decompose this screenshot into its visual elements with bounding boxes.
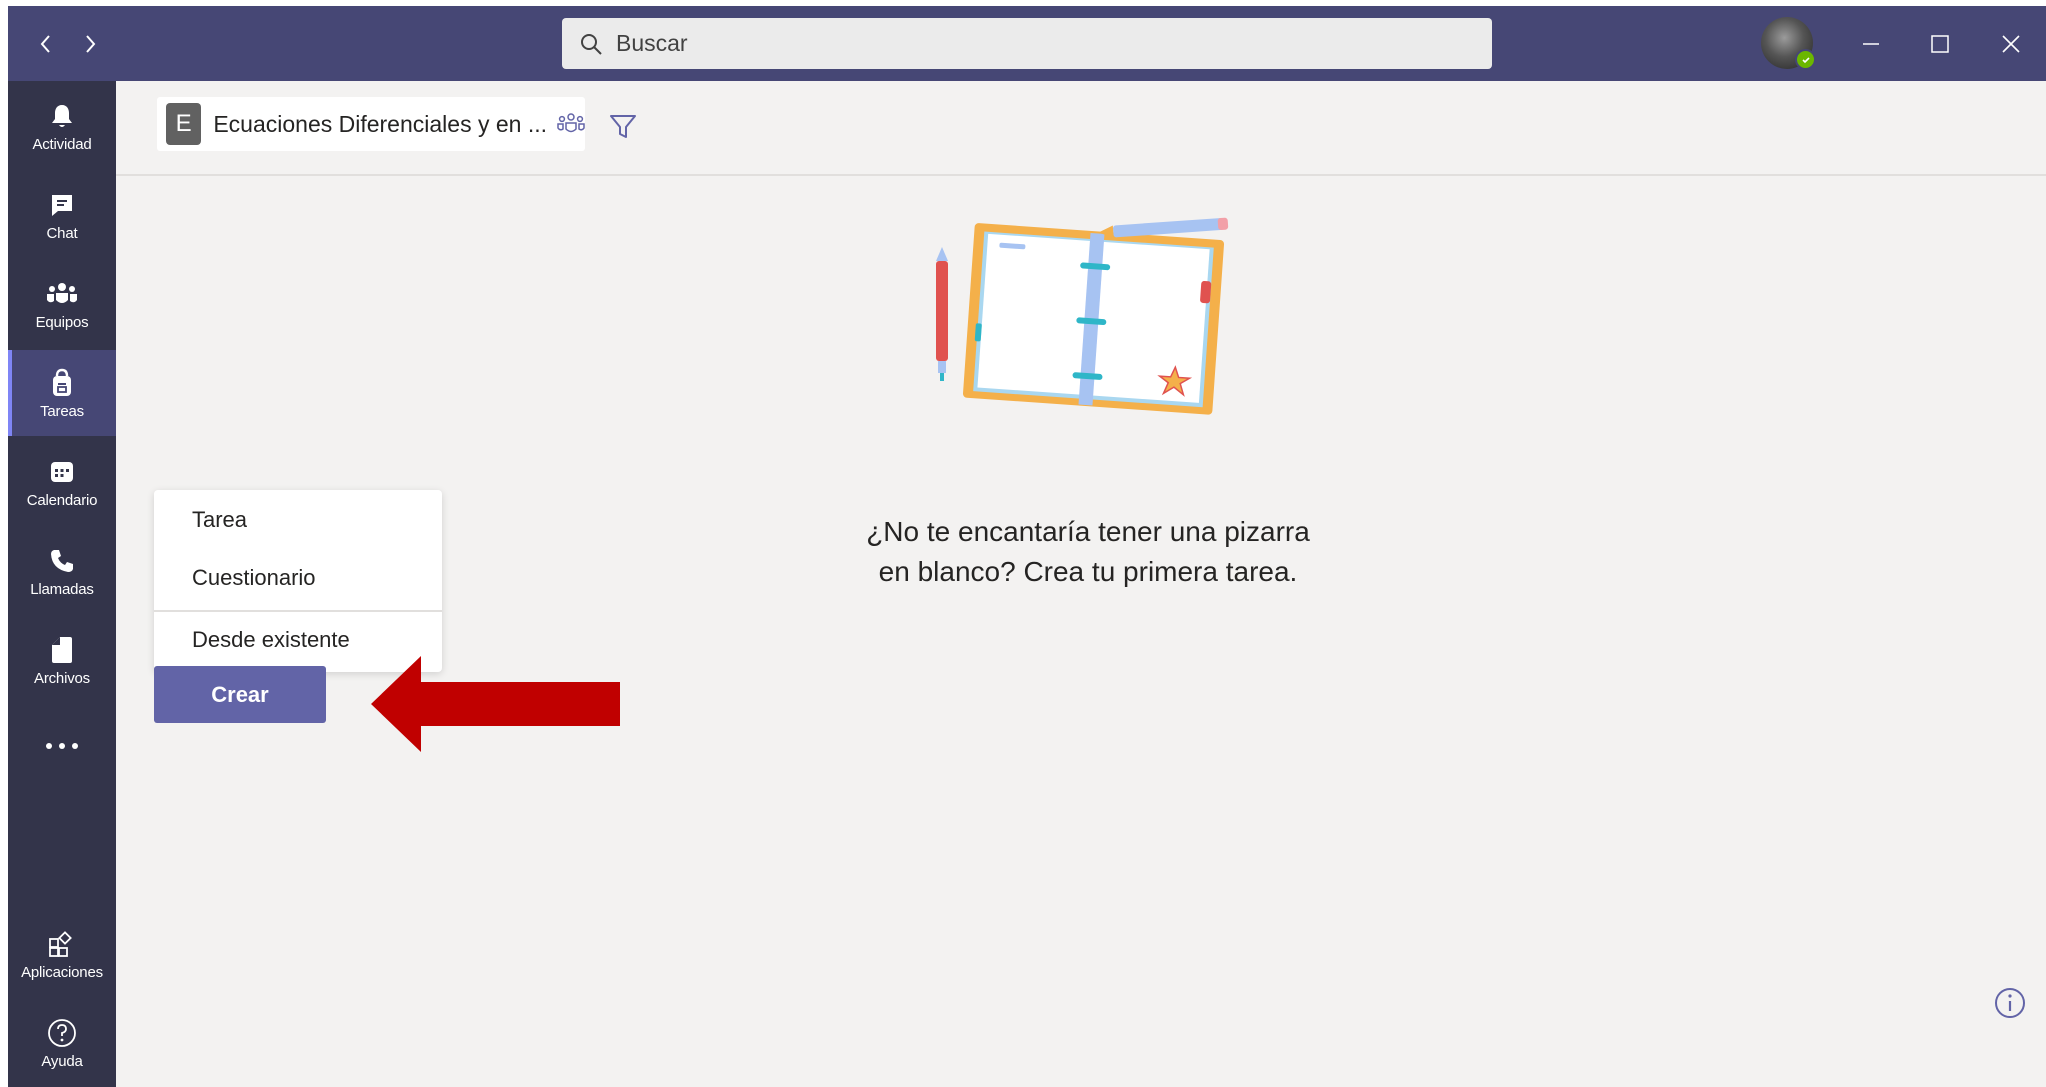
class-selector[interactable]: E Ecuaciones Diferenciales y en ...	[157, 97, 585, 151]
teams-icon	[46, 278, 78, 310]
close-icon	[2002, 35, 2020, 53]
apps-icon	[46, 928, 78, 960]
empty-state-line-2: en blanco? Crea tu primera tarea.	[878, 556, 1298, 587]
file-icon	[46, 634, 78, 666]
search-input[interactable]	[614, 29, 1478, 58]
minimize-icon	[1863, 43, 1879, 45]
rail-label: Llamadas	[30, 580, 94, 598]
rail-label: Chat	[46, 224, 78, 242]
filter-icon	[610, 115, 636, 138]
more-icon	[46, 743, 78, 749]
class-name: Ecuaciones Diferenciales y en ...	[213, 110, 547, 137]
class-avatar: E	[166, 103, 202, 145]
rail-label: Ayuda	[41, 1052, 83, 1070]
maximize-button[interactable]	[1920, 24, 1960, 64]
empty-state-message: ¿No te encantaría tener una pizarra en b…	[788, 512, 1388, 592]
close-button[interactable]	[1991, 24, 2031, 64]
search-icon	[578, 31, 604, 57]
menu-item-label: Tarea	[192, 507, 248, 532]
rail-label: Actividad	[32, 135, 92, 153]
presence-available-icon	[1795, 49, 1816, 70]
menu-item-label: Cuestionario	[192, 565, 316, 590]
teams-window: Actividad Chat Equipos Tareas Calendario	[8, 6, 2046, 1087]
filter-button[interactable]	[606, 110, 640, 144]
phone-icon	[46, 545, 78, 577]
rail-item-llamadas[interactable]: Llamadas	[8, 528, 116, 614]
menu-item-tarea[interactable]: Tarea	[154, 492, 442, 548]
info-icon[interactable]	[1993, 986, 2027, 1020]
rail-item-ayuda[interactable]: Ayuda	[8, 1000, 116, 1086]
rail-item-tareas[interactable]: Tareas	[8, 350, 116, 436]
menu-item-cuestionario[interactable]: Cuestionario	[154, 550, 442, 606]
back-button[interactable]	[28, 26, 64, 62]
help-icon	[46, 1017, 78, 1049]
rail-label: Calendario	[26, 491, 98, 509]
create-menu: Tarea Cuestionario Desde existente	[154, 490, 442, 672]
search-box[interactable]	[562, 18, 1492, 69]
rail-item-actividad[interactable]: Actividad	[8, 83, 116, 169]
rail-item-chat[interactable]: Chat	[8, 172, 116, 258]
rail-label: Tareas	[40, 402, 84, 420]
empty-state-line-1: ¿No te encantaría tener una pizarra	[866, 516, 1310, 547]
rail-item-calendario[interactable]: Calendario	[8, 439, 116, 525]
forward-button[interactable]	[72, 26, 108, 62]
maximize-icon	[1931, 35, 1949, 53]
assignments-icon	[46, 367, 78, 399]
calendar-icon	[46, 456, 78, 488]
rail-label: Aplicaciones	[21, 963, 103, 981]
app-bar: Actividad Chat Equipos Tareas Calendario	[8, 81, 116, 1087]
empty-notebook-illustration	[936, 217, 1229, 415]
avatar[interactable]	[1761, 17, 1816, 70]
rail-label: Archivos	[34, 669, 90, 687]
chat-icon	[46, 189, 78, 221]
title-bar	[8, 6, 2046, 81]
bell-icon	[46, 100, 78, 132]
team-members-icon	[557, 109, 585, 139]
rail-item-equipos[interactable]: Equipos	[8, 261, 116, 347]
create-button[interactable]: Crear	[154, 666, 326, 723]
chevron-left-icon	[40, 35, 50, 53]
annotation-arrow	[371, 656, 620, 752]
chevron-right-icon	[86, 35, 96, 53]
menu-item-label: Desde existente	[192, 627, 350, 652]
rail-item-aplicaciones[interactable]: Aplicaciones	[8, 911, 116, 997]
rail-label: Equipos	[35, 313, 89, 331]
minimize-button[interactable]	[1851, 24, 1891, 64]
rail-item-archivos[interactable]: Archivos	[8, 617, 116, 703]
more-apps-button[interactable]	[8, 731, 116, 761]
